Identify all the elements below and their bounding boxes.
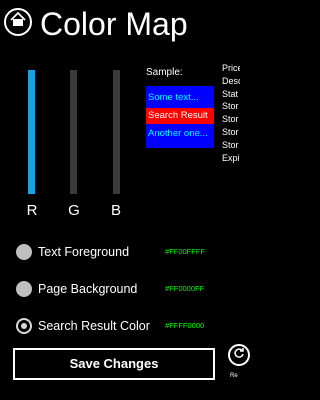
reset-button[interactable] bbox=[228, 344, 250, 366]
sample-preview: Some text... Search Result Another one..… bbox=[146, 86, 214, 148]
slider-r[interactable] bbox=[28, 70, 35, 194]
radio-button[interactable] bbox=[16, 281, 32, 297]
sample-search-result: Search Result bbox=[146, 108, 214, 124]
slider-g[interactable] bbox=[70, 70, 77, 194]
slider-b-label: B bbox=[110, 202, 121, 219]
radio-search-result-color[interactable]: Search Result Color #FFFF0000 bbox=[16, 316, 236, 336]
color-hex-value: #FF0000FF bbox=[165, 284, 205, 293]
color-hex-value: #FF00FFFF bbox=[165, 247, 206, 256]
radio-button[interactable] bbox=[16, 244, 32, 260]
radio-label: Page Background bbox=[38, 282, 138, 296]
home-icon bbox=[9, 11, 27, 34]
save-changes-button[interactable]: Save Changes bbox=[13, 348, 215, 380]
info-item: Desc bbox=[222, 75, 240, 86]
sample-text-1: Some text... bbox=[148, 92, 199, 103]
slider-b[interactable] bbox=[113, 70, 120, 194]
appbar-label: Re bbox=[230, 373, 238, 379]
sample-label: Sample: bbox=[146, 67, 183, 78]
radio-label: Text Foreground bbox=[38, 245, 130, 259]
info-list: Price Desc Stat Stor Stor Stor Stor Expi bbox=[222, 62, 240, 164]
info-item: Stor bbox=[222, 101, 239, 112]
page-title: Color Map bbox=[40, 6, 188, 42]
info-item: Stor bbox=[222, 139, 239, 150]
sample-text-2: Another one... bbox=[148, 128, 208, 139]
color-hex-value: #FFFF0000 bbox=[165, 321, 205, 330]
radio-page-background[interactable]: Page Background #FF0000FF bbox=[16, 279, 236, 299]
slider-r-fill bbox=[28, 70, 35, 194]
reset-icon bbox=[233, 346, 245, 364]
radio-button-checked[interactable] bbox=[16, 318, 32, 334]
slider-r-label: R bbox=[26, 202, 38, 219]
radio-text-foreground[interactable]: Text Foreground #FF00FFFF bbox=[16, 242, 236, 262]
info-item: Price bbox=[222, 63, 240, 73]
slider-g-label: G bbox=[68, 202, 80, 219]
radio-label: Search Result Color bbox=[38, 319, 150, 333]
info-item: Stor bbox=[222, 126, 239, 137]
info-item: Stor bbox=[222, 114, 239, 125]
info-item: Expi bbox=[222, 152, 240, 163]
home-button[interactable] bbox=[4, 8, 32, 36]
info-item: Stat bbox=[222, 88, 239, 99]
